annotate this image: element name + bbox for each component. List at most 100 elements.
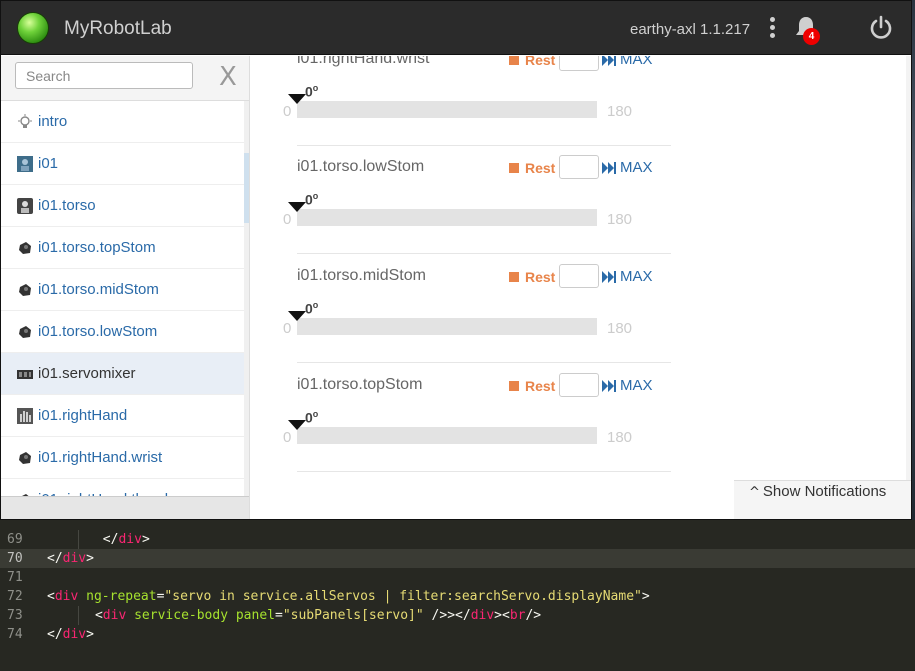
code-editor[interactable]: 69 </div> 70 </div> 71 72 <div ng-repeat="ser…	[0, 520, 915, 671]
sidebar-item[interactable]: i01.servomixer	[1, 353, 244, 395]
show-notifications-label: Show Notifications	[762, 483, 887, 500]
slider-max-label: 180	[607, 429, 633, 446]
code-punct: </	[102, 532, 119, 547]
code-attr: panel	[235, 608, 275, 623]
max-label: MAX	[620, 268, 653, 285]
servo-icon	[17, 324, 33, 340]
code-string: "subPanels[servo]"	[282, 608, 424, 623]
slider-handle[interactable]	[288, 311, 306, 321]
slider-max-label: 180	[607, 211, 633, 228]
position-input[interactable]	[559, 373, 599, 397]
sidebar-item[interactable]: i01.torso.lowStom	[1, 311, 244, 353]
code-tag: div	[102, 608, 127, 623]
max-button[interactable]: MAX	[602, 377, 653, 394]
slider-min-label: 0	[283, 103, 292, 120]
chevron-up-icon: ^	[749, 485, 760, 500]
code-punct: >	[86, 627, 94, 642]
code-punct: <	[502, 608, 510, 623]
current-value-number: 0	[305, 300, 313, 317]
position-input[interactable]	[559, 155, 599, 179]
torso-icon	[17, 197, 33, 214]
code-line[interactable]: 71	[0, 568, 915, 587]
indent-guide	[78, 530, 80, 549]
code-tag: div	[118, 532, 142, 547]
clear-search-button[interactable]: X	[219, 62, 237, 92]
max-button[interactable]: MAX	[602, 159, 653, 176]
logo-icon[interactable]	[17, 12, 49, 44]
sidebar-item[interactable]: i01.rightHand	[1, 395, 244, 437]
rest-button[interactable]: Rest	[509, 160, 555, 176]
stop-icon	[509, 272, 519, 282]
sidebar-scrollbar-thumb[interactable]	[244, 153, 249, 223]
servo-panel: i01.torso.lowStom Rest MAX 0o 0 180	[283, 145, 671, 254]
code-line[interactable]: 73 <div service-body panel="subPanels[se…	[0, 606, 915, 625]
code-punct: </	[455, 608, 471, 623]
brand-title[interactable]: MyRobotLab	[64, 18, 172, 40]
sidebar-footer	[1, 496, 249, 519]
more-menu-icon[interactable]	[768, 17, 776, 43]
user-version: earthy-axl 1.1.217	[630, 21, 751, 38]
sidebar-item[interactable]: i01.torso.midStom	[1, 269, 244, 311]
slider-track[interactable]	[297, 209, 597, 226]
service-list: intro i01 i01.torso i01.torso.topStom i01.to…	[1, 101, 244, 519]
code-line[interactable]: 72 <div ng-repeat="servo in service.allSe…	[0, 587, 915, 606]
code-tag: div	[54, 589, 79, 604]
current-value: 0o	[305, 83, 318, 100]
servo-name: i01.rightHand.wrist	[297, 56, 430, 67]
sidebar-item[interactable]: i01.rightHand.wrist	[1, 437, 244, 479]
sidebar-item-label: intro	[38, 113, 68, 130]
servo-panel: i01.torso.topStom Rest MAX 0o 0 180	[283, 363, 671, 472]
servo-mixer-panel: i01.rightHand.wrist Rest MAX 0o 0 180 i01.tors…	[251, 56, 911, 519]
degree-symbol: o	[312, 409, 319, 419]
line-number: 74	[7, 627, 23, 642]
slider-max-label: 180	[607, 103, 633, 120]
inmoov-icon	[17, 155, 33, 172]
code-punct: />	[423, 608, 448, 623]
rest-button[interactable]: Rest	[509, 56, 555, 68]
sidebar-item-label: i01.torso.midStom	[38, 281, 159, 298]
code-punct: >	[494, 608, 502, 623]
slider-track[interactable]	[297, 101, 597, 118]
main-scrollbar[interactable]	[906, 56, 911, 519]
code-line[interactable]: 70 </div>	[0, 549, 915, 568]
sidebar-item-label: i01	[38, 155, 59, 172]
code-line[interactable]: 69 </div>	[0, 530, 915, 549]
current-value-number: 0	[305, 409, 313, 426]
slider-max-label: 180	[607, 320, 633, 337]
code-line[interactable]: 74 </div>	[0, 625, 915, 644]
slider-track[interactable]	[297, 427, 597, 444]
sidebar-item[interactable]: intro	[1, 101, 244, 143]
rest-button[interactable]: Rest	[509, 378, 555, 394]
app-window: MyRobotLab earthy-axl 1.1.217 4 X introi…	[0, 0, 912, 520]
slider-min-label: 0	[283, 429, 292, 446]
show-notifications-button[interactable]: ^ Show Notifications	[734, 480, 911, 519]
code-text: </div>	[47, 625, 94, 644]
stop-icon	[509, 163, 519, 173]
slider-handle[interactable]	[288, 420, 306, 430]
servo-icon	[17, 240, 33, 256]
sidebar-item[interactable]: i01.torso.topStom	[1, 227, 244, 269]
code-text: <div service-body panel="subPanels[servo…	[47, 606, 541, 625]
position-input[interactable]	[559, 56, 599, 71]
servomixer-icon	[17, 366, 33, 382]
max-label: MAX	[620, 56, 653, 68]
skip-forward-icon	[602, 161, 616, 174]
code-punct: </	[47, 627, 63, 642]
max-button[interactable]: MAX	[602, 268, 653, 285]
search-input[interactable]	[15, 62, 193, 89]
code-string: "servo in service.allServos | filter:sea…	[164, 589, 642, 604]
position-input[interactable]	[559, 264, 599, 288]
slider-handle[interactable]	[288, 202, 306, 212]
line-number: 72	[7, 589, 23, 604]
code-tag: div	[62, 627, 87, 642]
max-button[interactable]: MAX	[602, 56, 653, 68]
rest-button[interactable]: Rest	[509, 269, 555, 285]
sidebar-item-label: i01.torso	[38, 197, 96, 214]
sidebar-item[interactable]: i01	[1, 143, 244, 185]
slider-handle[interactable]	[288, 94, 306, 104]
search-bar: X	[1, 56, 249, 101]
slider-track[interactable]	[297, 318, 597, 335]
power-icon[interactable]	[868, 15, 894, 41]
sidebar-item[interactable]: i01.torso	[1, 185, 244, 227]
hand-icon	[17, 407, 33, 424]
